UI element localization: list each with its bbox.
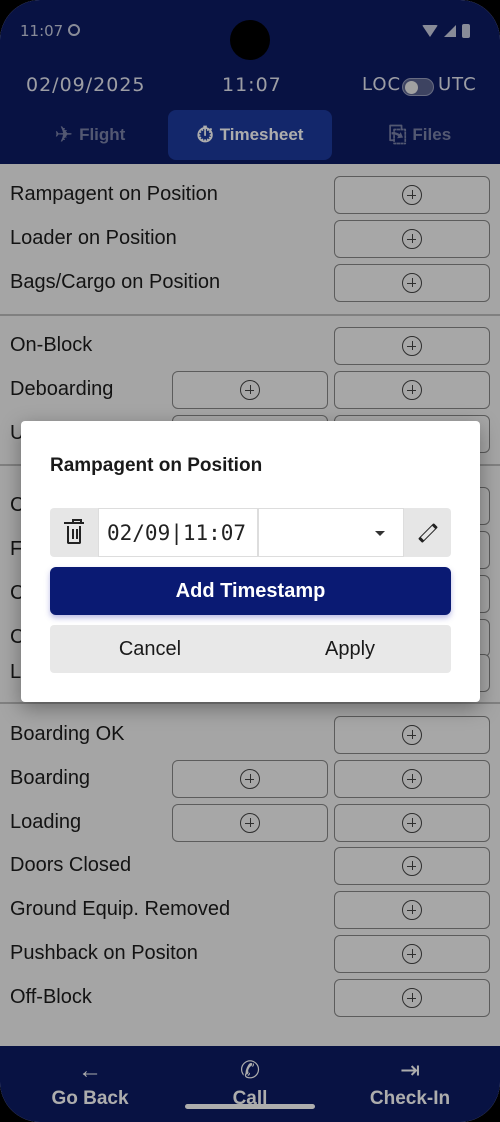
add-timestamp-button[interactable]: Add Timestamp	[50, 567, 451, 615]
datetime-input[interactable]: 02/09|11:07	[98, 508, 258, 557]
trash-icon	[64, 518, 84, 544]
delete-button[interactable]	[50, 508, 98, 557]
apply-button[interactable]: Apply	[250, 625, 450, 673]
pencil-icon	[417, 522, 438, 543]
edit-button[interactable]	[404, 508, 451, 557]
cancel-button[interactable]: Cancel	[50, 625, 250, 673]
dialog-title: Rampagent on Position	[50, 455, 263, 476]
timestamp-type-select[interactable]	[258, 508, 404, 557]
timestamp-dialog: Rampagent on Position 02/09|11:07 Add Ti…	[21, 421, 480, 702]
timestamp-picker: 02/09|11:07	[50, 508, 451, 557]
chevron-down-icon	[375, 531, 385, 536]
phone-screen: 11:07 02/09/2025 11:07 LOC UTC ✈ Flight …	[0, 0, 500, 1122]
dialog-actions: Cancel Apply	[50, 625, 451, 673]
